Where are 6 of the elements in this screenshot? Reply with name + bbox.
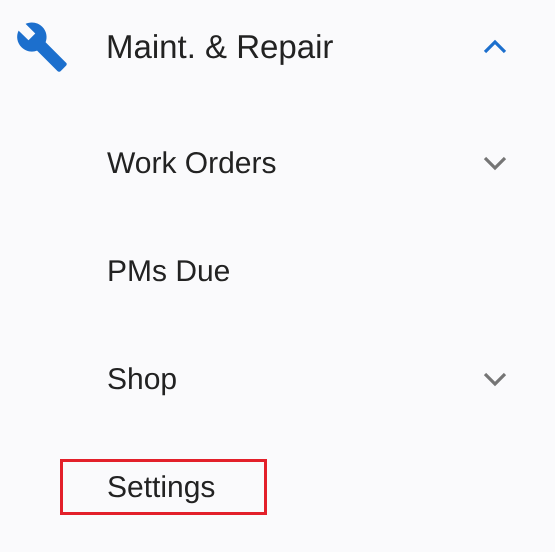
menu-item[interactable]: PMs Due	[60, 243, 267, 299]
menu-heading[interactable]: Maint. & Repair	[106, 22, 334, 72]
menu-item[interactable]: Work Orders	[60, 135, 280, 191]
menu-item[interactable]: Shop	[60, 351, 267, 407]
wrench-icon	[15, 20, 69, 74]
menu-item[interactable]: Settings	[60, 459, 267, 515]
